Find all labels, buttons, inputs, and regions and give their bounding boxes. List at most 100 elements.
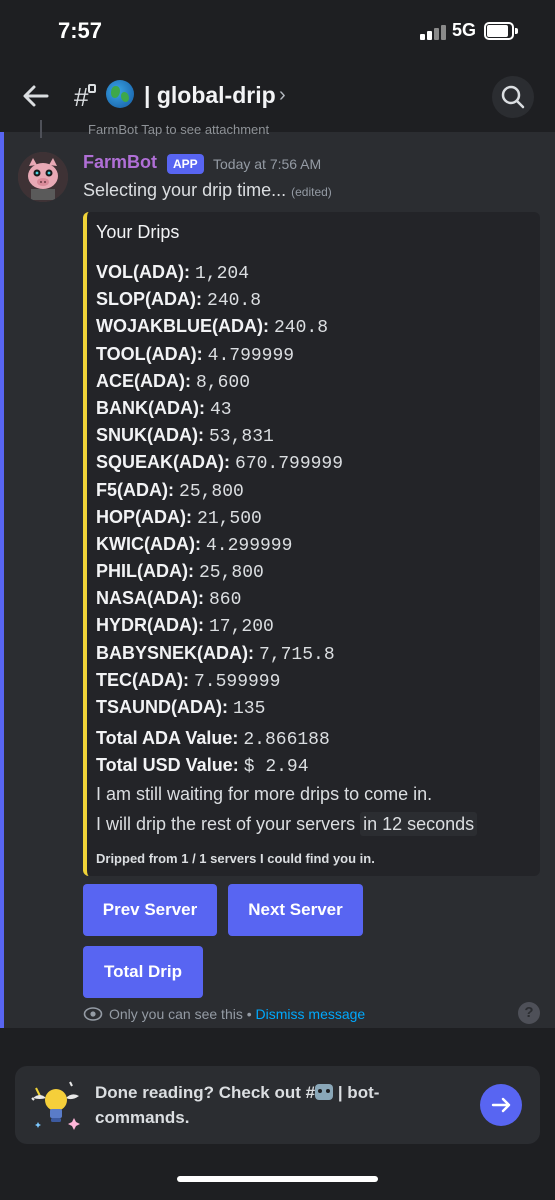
home-indicator[interactable] <box>177 1176 378 1182</box>
robot-icon <box>315 1084 334 1100</box>
drip-field: SNUK(ADA): 53,831 <box>96 422 526 449</box>
drip-field: HYDR(ADA): 17,200 <box>96 612 526 639</box>
channel-hash-icon: # <box>74 82 96 113</box>
embed-title: Your Drips <box>96 222 180 242</box>
drip-field-value: 240.8 <box>207 291 262 312</box>
drip-field-value: 17,200 <box>209 617 274 638</box>
message-author[interactable]: FarmBot <box>83 152 157 173</box>
help-icon[interactable]: ? <box>518 1002 540 1024</box>
globe-icon <box>106 80 134 108</box>
drip-field: HOP(ADA): 21,500 <box>96 504 526 531</box>
search-icon <box>501 85 525 109</box>
drip-field-value: 53,831 <box>209 427 274 448</box>
drip-field-value: 7,715.8 <box>259 644 335 665</box>
embed-totals: Total ADA Value: 2.866188 Total USD Value… <box>96 725 330 779</box>
drip-field-key: BANK(ADA): <box>96 397 205 418</box>
drip-field: WOJAKBLUE(ADA): 240.8 <box>96 313 526 340</box>
drip-field: BABYSNEK(ADA): 7,715.8 <box>96 640 526 667</box>
drip-field-key: HOP(ADA): <box>96 506 192 527</box>
total-field-value: $ 2.94 <box>243 757 309 777</box>
total-field: Total ADA Value: 2.866188 <box>96 725 330 752</box>
network-label: 5G <box>452 20 477 40</box>
drip-field-value: 670.799999 <box>235 454 344 475</box>
dismiss-message-link[interactable]: Dismiss message <box>256 1006 366 1022</box>
embed-footer: Dripped from 1 / 1 servers I could find … <box>96 851 375 866</box>
drip-field: TSAUND(ADA): 135 <box>96 694 526 721</box>
message-text: Selecting your drip time... (edited) <box>83 180 332 200</box>
reply-connector <box>40 120 42 138</box>
next-server-button[interactable]: Next Server <box>228 884 363 936</box>
drip-field-key: SNUK(ADA): <box>96 425 204 446</box>
drip-field-key: WOJAKBLUE(ADA): <box>96 316 269 337</box>
drip-field-value: 25,800 <box>179 481 244 502</box>
drip-field-key: TSAUND(ADA): <box>96 697 228 717</box>
drip-field-key: TEC(ADA): <box>96 669 189 690</box>
drip-field-key: ACE(ADA): <box>96 370 191 391</box>
drip-field-value: 240.8 <box>274 318 329 339</box>
drip-field-value: 4.299999 <box>205 535 293 556</box>
drip-field: TOOL(ADA): 4.799999 <box>96 341 526 368</box>
ephemeral-notice: Only you can see this • Dismiss message <box>83 1004 365 1024</box>
previous-message-snippet[interactable]: FarmBot Tap to see attachment <box>88 122 269 136</box>
prev-server-button[interactable]: Prev Server <box>83 884 217 936</box>
app-badge: APP <box>167 154 204 174</box>
edited-label: (edited) <box>291 185 332 199</box>
drip-field-key: BABYSNEK(ADA): <box>96 642 254 663</box>
lock-icon <box>88 84 96 93</box>
back-arrow-icon[interactable] <box>20 80 52 112</box>
drip-field-key: KWIC(ADA): <box>96 533 201 554</box>
drip-field: F5(ADA): 25,800 <box>96 477 526 504</box>
total-field-key: Total ADA Value: <box>96 728 239 748</box>
lightbulb-icon <box>30 1078 82 1132</box>
drip-field-value: 1,204 <box>195 264 250 284</box>
drip-field-key: PHIL(ADA): <box>96 561 194 582</box>
countdown-note: I will drip the rest of your servers in … <box>96 812 478 836</box>
drip-field: VOL(ADA): 1,204 <box>96 259 526 286</box>
battery-icon <box>484 22 518 40</box>
signal-icon <box>420 24 448 40</box>
drip-field-value: 4.799999 <box>207 345 295 366</box>
drip-field: ACE(ADA): 8,600 <box>96 368 526 395</box>
drip-field: SLOP(ADA): 240.8 <box>96 286 526 313</box>
drip-field-value: 21,500 <box>197 508 262 529</box>
drip-field-key: F5(ADA): <box>96 479 174 500</box>
waiting-note: I am still waiting for more drips to com… <box>96 784 433 804</box>
drip-field-value: 43 <box>210 399 232 420</box>
search-button[interactable] <box>492 76 534 118</box>
send-button[interactable] <box>480 1084 522 1126</box>
drip-field-key: SLOP(ADA): <box>96 289 202 310</box>
total-field-key: Total USD Value: <box>96 755 239 775</box>
countdown-highlight: in 12 seconds <box>360 812 478 836</box>
avatar[interactable] <box>18 152 68 202</box>
status-time: 7:57 <box>58 18 103 43</box>
message-timestamp: Today at 7:56 AM <box>213 156 322 172</box>
drip-field: BANK(ADA): 43 <box>96 395 526 422</box>
tip-text: Done reading? Check out # | bot- command… <box>95 1083 380 1127</box>
highlight-bar <box>0 132 4 1028</box>
drip-field: SQUEAK(ADA): 670.799999 <box>96 449 526 476</box>
channel-header: # | global-drip › <box>0 64 555 132</box>
drip-field-value: 8,600 <box>196 372 251 393</box>
total-drip-button[interactable]: Total Drip <box>83 946 203 998</box>
drip-field: PHIL(ADA): 25,800 <box>96 558 526 585</box>
chevron-right-icon[interactable]: › <box>279 84 286 107</box>
drip-field-key: TOOL(ADA): <box>96 343 203 364</box>
eye-icon <box>83 1007 103 1021</box>
drip-field-value: 860 <box>209 590 242 611</box>
status-bar: 7:57 5G <box>0 0 555 64</box>
total-field-value: 2.866188 <box>243 730 330 750</box>
drip-field: KWIC(ADA): 4.299999 <box>96 531 526 558</box>
drip-field-value: 25,800 <box>199 563 264 584</box>
drip-field-value: 135 <box>233 699 266 719</box>
total-field: Total USD Value: $ 2.94 <box>96 752 330 779</box>
drip-field-key: VOL(ADA): <box>96 262 190 282</box>
arrow-right-icon <box>491 1097 511 1113</box>
drip-field-key: HYDR(ADA): <box>96 615 204 636</box>
drip-field-key: SQUEAK(ADA): <box>96 452 230 473</box>
channel-name[interactable]: | global-drip <box>144 82 276 109</box>
drip-field: NASA(ADA): 860 <box>96 585 526 612</box>
drip-field-value: 7.599999 <box>194 671 281 692</box>
drip-field: TEC(ADA): 7.599999 <box>96 667 526 694</box>
embed-fields: VOL(ADA): 1,204 SLOP(ADA): 240.8 WOJAKBLUE… <box>96 259 526 721</box>
drip-field-key: NASA(ADA): <box>96 588 204 609</box>
